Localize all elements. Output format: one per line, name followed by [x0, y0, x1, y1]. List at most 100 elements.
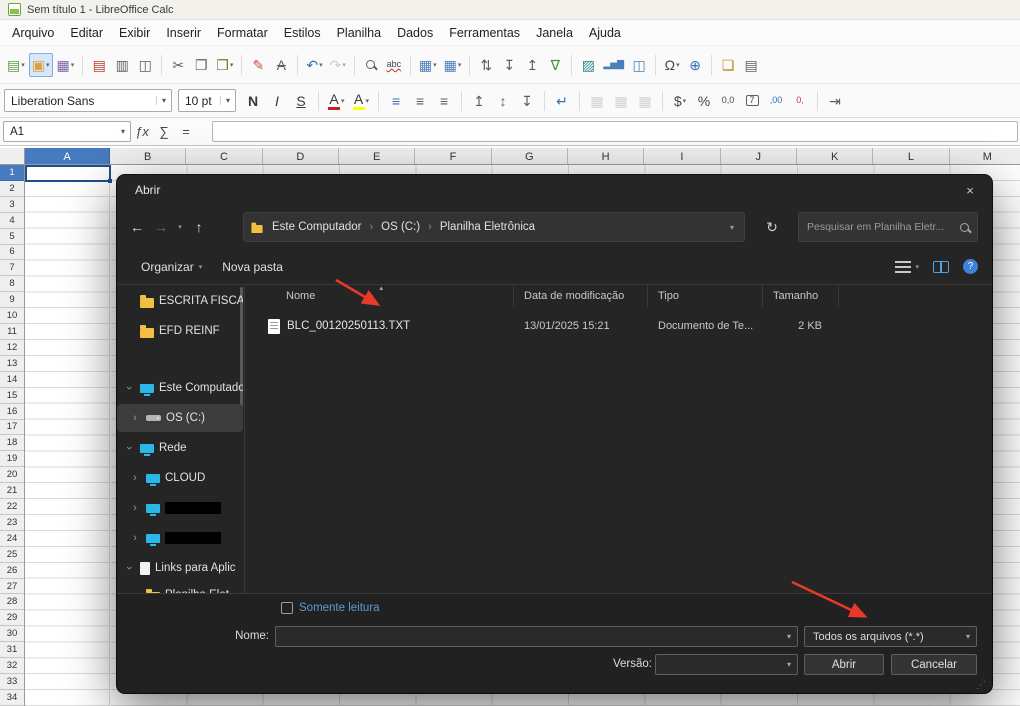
row-header-13[interactable]: 13: [0, 356, 24, 372]
file-type-select[interactable]: Todos os arquivos (*.*) ▾: [804, 626, 977, 647]
cut-icon[interactable]: ✂: [167, 53, 189, 77]
dropdown-arrow-icon[interactable]: ▾: [683, 97, 687, 105]
row-header-23[interactable]: 23: [0, 515, 24, 531]
files-column-header-nome[interactable]: Nome ▴: [246, 285, 514, 307]
merge-cells-icon[interactable]: ▦: [610, 89, 632, 113]
font-name-combo[interactable]: Liberation Sans ▾: [4, 89, 172, 112]
row-header-7[interactable]: 7: [0, 260, 24, 277]
row-header-12[interactable]: 12: [0, 340, 24, 356]
row-header-3[interactable]: 3: [0, 197, 24, 213]
align-left-icon[interactable]: ≡: [385, 89, 407, 113]
clone-formatting-icon[interactable]: ✎: [247, 53, 269, 77]
save-icon[interactable]: ▦ ▾: [54, 53, 78, 77]
insert-comment-icon[interactable]: ❏: [717, 53, 739, 77]
dropdown-arrow-icon[interactable]: ▾: [341, 97, 345, 105]
chevron-expanded-icon[interactable]: ›: [123, 382, 135, 394]
up-icon[interactable]: ↑: [187, 219, 211, 235]
dropdown-arrow-icon[interactable]: ▾: [676, 61, 680, 69]
italic-icon[interactable]: I: [266, 89, 288, 113]
row-header-31[interactable]: 31: [0, 642, 24, 659]
row-header-8[interactable]: 8: [0, 276, 24, 293]
dropdown-arrow-icon[interactable]: ▾: [71, 61, 75, 69]
row-header-1[interactable]: 1: [0, 165, 24, 181]
sidebar-item-redacted-computer-2[interactable]: ›: [117, 524, 243, 552]
menu-ajuda[interactable]: Ajuda: [581, 22, 629, 44]
row-header-14[interactable]: 14: [0, 372, 24, 388]
column-header-m[interactable]: M: [950, 148, 1020, 164]
row-header-18[interactable]: 18: [0, 435, 24, 452]
file-type-dropdown-icon[interactable]: ▾: [960, 632, 976, 641]
preview-pane-icon[interactable]: [933, 260, 949, 273]
select-all-corner[interactable]: [0, 148, 25, 165]
date-format-icon[interactable]: 7: [741, 89, 763, 113]
underline-icon[interactable]: S: [290, 89, 312, 113]
menu-dados[interactable]: Dados: [389, 22, 441, 44]
paste-icon[interactable]: ❒ ▾: [213, 53, 236, 77]
search-input[interactable]: [807, 221, 954, 233]
column-header-i[interactable]: I: [644, 148, 721, 164]
change-view-button[interactable]: ▾: [895, 260, 919, 273]
dropdown-arrow-icon[interactable]: ▾: [46, 61, 50, 69]
breadcrumb-item-planilha-eletronica[interactable]: Planilha Eletrônica: [436, 219, 539, 235]
sidebar-item-este-computador[interactable]: › Este Computador: [117, 374, 243, 402]
column-header-e[interactable]: E: [339, 148, 416, 164]
add-decimal-place-icon[interactable]: ,00: [765, 89, 787, 113]
sidebar-item-cloud[interactable]: › CLOUD: [117, 464, 243, 492]
formula-icon[interactable]: =: [175, 124, 197, 139]
insert-pivot-table-icon[interactable]: ◫: [628, 53, 650, 77]
column-header-a[interactable]: A: [25, 148, 110, 164]
version-input[interactable]: [656, 658, 781, 671]
row-header-28[interactable]: 28: [0, 594, 24, 611]
formula-input[interactable]: [212, 121, 1018, 142]
chevron-collapsed-icon[interactable]: ›: [129, 412, 141, 424]
column-header-h[interactable]: H: [568, 148, 645, 164]
chevron-collapsed-icon[interactable]: ›: [129, 502, 141, 514]
name-box[interactable]: A1 ▾: [3, 121, 131, 142]
copy-icon[interactable]: ❐: [190, 53, 212, 77]
headers-footers-icon[interactable]: ▤: [740, 53, 762, 77]
chevron-expanded-icon[interactable]: ›: [123, 562, 135, 574]
spelling-icon[interactable]: abc: [383, 53, 405, 77]
refresh-icon[interactable]: ↻: [757, 212, 787, 242]
row-header-22[interactable]: 22: [0, 499, 24, 515]
new-document-icon[interactable]: ▤ ▾: [4, 53, 28, 77]
insert-hyperlink-icon[interactable]: ⊕: [684, 53, 706, 77]
name-box-dropdown-icon[interactable]: ▾: [116, 127, 130, 136]
sidebar-item-redacted-computer-1[interactable]: ›: [117, 494, 243, 522]
file-row[interactable]: BLC_00120250113.TXT 13/01/2025 15:21 Docum…: [246, 313, 992, 339]
row-header-17[interactable]: 17: [0, 420, 24, 436]
breadcrumb-item-este-computador[interactable]: Este Computador: [268, 219, 366, 235]
row-header-2[interactable]: 2: [0, 181, 24, 197]
dropdown-arrow-icon[interactable]: ▾: [342, 61, 346, 69]
row-header-30[interactable]: 30: [0, 626, 24, 643]
menu-arquivo[interactable]: Arquivo: [4, 22, 62, 44]
wrap-text-icon[interactable]: ↵: [551, 89, 573, 113]
close-icon[interactable]: ×: [948, 175, 992, 205]
export-pdf-icon[interactable]: ▤: [88, 53, 110, 77]
sidebar-item-planilha-eletronica[interactable]: Planilha Elet...: [117, 581, 243, 593]
row-header-15[interactable]: 15: [0, 388, 24, 404]
number-format-icon[interactable]: 0,0: [717, 89, 739, 113]
insert-image-icon[interactable]: ▨: [577, 53, 599, 77]
chevron-collapsed-icon[interactable]: ›: [129, 472, 141, 484]
increase-indent-icon[interactable]: ⇥: [824, 89, 846, 113]
forward-icon[interactable]: →: [149, 219, 173, 235]
readonly-checkbox[interactable]: [281, 602, 293, 614]
sidebar-item-links-para-aplicativos[interactable]: › Links para Aplic: [117, 554, 243, 582]
column-header-l[interactable]: L: [873, 148, 950, 164]
insert-row-icon[interactable]: ▦ ▾: [416, 53, 440, 77]
sum-icon[interactable]: ∑: [153, 124, 175, 139]
find-replace-icon[interactable]: [360, 53, 382, 77]
files-column-header-tamanho[interactable]: Tamanho: [763, 285, 839, 307]
row-header-4[interactable]: 4: [0, 213, 24, 229]
row-header-16[interactable]: 16: [0, 404, 24, 420]
function-wizard-icon[interactable]: ƒx: [131, 124, 153, 139]
currency-format-icon[interactable]: $ ▾: [669, 89, 691, 113]
new-folder-button[interactable]: Nova pasta: [212, 260, 293, 274]
font-name-dropdown-icon[interactable]: ▾: [156, 96, 171, 105]
back-icon[interactable]: ←: [125, 219, 149, 235]
bold-icon[interactable]: N: [242, 89, 264, 113]
sidebar-item-escrita-fiscal[interactable]: ESCRITA FISCAL: [117, 287, 243, 315]
menu-inserir[interactable]: Inserir: [158, 22, 209, 44]
merge-and-center-cells-icon[interactable]: ▦: [586, 89, 608, 113]
